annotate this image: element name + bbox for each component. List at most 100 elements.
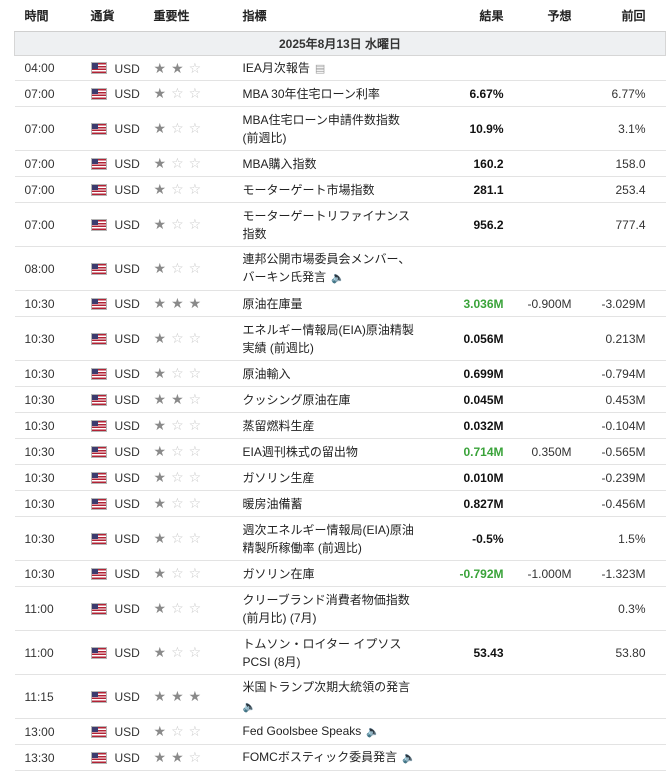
event-cell[interactable]: モーターゲート市場指数 <box>242 176 421 203</box>
currency-code: USD <box>114 645 140 660</box>
event-cell[interactable]: 週次エネルギー情報局(EIA)原油精製所稼働率 (前週比) <box>242 516 421 561</box>
table-row[interactable]: 11:15 USD ★ ★ ★ 米国トランプ次期大統領の発言 🔈 <box>14 674 666 719</box>
event-cell[interactable]: モーターゲートリファイナンス指数 <box>242 202 421 247</box>
event-name[interactable]: クッシング原油在庫 <box>243 393 351 407</box>
event-cell[interactable]: 蒸留燃料生産 <box>242 412 421 439</box>
event-cell[interactable]: 米国トランプ次期大統領の発言 🔈 <box>242 674 421 719</box>
event-name[interactable]: EIA週刊株式の留出物 <box>243 445 358 459</box>
table-row[interactable]: 11:00 USD ★ ☆ ☆ クリーブランド消費者物価指数 (前月比) (7月) 0.3% <box>14 586 666 631</box>
table-row[interactable]: 07:00 USD ★ ☆ ☆ MBA住宅ローン申請件数指数 (前週比) 10.9% 3.1% <box>14 106 666 151</box>
forecast-value <box>508 464 584 491</box>
event-name[interactable]: ガソリン在庫 <box>243 567 315 581</box>
table-row[interactable]: 07:00 USD ★ ☆ ☆ モーターゲート市場指数 281.1 253.4 <box>14 176 666 203</box>
table-row[interactable]: 10:30 USD ★ ☆ ☆ 蒸留燃料生産 0.032M -0.104M <box>14 412 666 439</box>
event-time: 11:15 <box>14 674 91 719</box>
event-name[interactable]: 連邦公開市場委員会メンバー、バーキン氏発言 <box>243 252 411 284</box>
event-name[interactable]: 週次エネルギー情報局(EIA)原油精製所稼働率 (前週比) <box>243 523 414 555</box>
table-row[interactable]: 10:30 USD ★ ☆ ☆ 週次エネルギー情報局(EIA)原油精製所稼働率 (前週比)… <box>14 516 666 561</box>
table-row[interactable]: 10:30 USD ★ ☆ ☆ ガソリン在庫 -0.792M -1.000M -1.323M <box>14 560 666 587</box>
currency-code: USD <box>114 750 140 765</box>
table-row[interactable]: 07:00 USD ★ ☆ ☆ MBA購入指数 160.2 158.0 <box>14 150 666 177</box>
table-row[interactable]: 08:00 USD ★ ☆ ☆ 連邦公開市場委員会メンバー、バーキン氏発言 🔈 <box>14 246 666 291</box>
currency-code: USD <box>114 496 140 511</box>
speaker-icon[interactable]: 🔈 <box>328 272 345 284</box>
importance-stars: ★ ★ ☆ <box>153 55 243 81</box>
previous-value <box>583 674 666 719</box>
currency-code: USD <box>114 61 140 76</box>
report-icon[interactable]: ▤ <box>312 63 325 75</box>
col-currency-header[interactable]: 通貨 <box>90 0 154 32</box>
actual-value <box>420 586 509 631</box>
event-cell[interactable]: ガソリン生産 <box>242 464 421 491</box>
event-name[interactable]: クリーブランド消費者物価指数 (前月比) (7月) <box>243 593 410 625</box>
event-name[interactable]: IEA月次報告 <box>243 61 310 75</box>
col-time-header[interactable]: 時間 <box>14 0 91 32</box>
event-cell[interactable]: 原油在庫量 <box>242 290 421 317</box>
event-cell[interactable]: IEA月次報告 ▤ <box>242 55 421 81</box>
event-cell[interactable]: クッシング原油在庫 <box>242 386 421 413</box>
event-cell[interactable]: エネルギー情報局(EIA)原油精製実績 (前週比) <box>242 316 421 361</box>
table-row[interactable]: 10:30 USD ★ ☆ ☆ エネルギー情報局(EIA)原油精製実績 (前週比) 0.05… <box>14 316 666 361</box>
event-name[interactable]: モーターゲートリファイナンス指数 <box>243 209 411 241</box>
us-flag-icon <box>90 87 107 100</box>
table-row[interactable]: 10:30 USD ★ ☆ ☆ EIA週刊株式の留出物 0.714M 0.350M -0.565… <box>14 438 666 465</box>
event-name[interactable]: トムソン・ロイター イプソス PCSI (8月) <box>243 637 402 669</box>
star-empty-icon: ☆ <box>188 181 202 197</box>
event-name[interactable]: MBA 30年住宅ローン利率 <box>243 87 380 101</box>
table-row[interactable]: 10:30 USD ★ ☆ ☆ 暖房油備蓄 0.827M -0.456M <box>14 490 666 517</box>
star-empty-icon: ☆ <box>188 644 202 660</box>
previous-value: 6.77% <box>583 80 666 107</box>
event-cell[interactable]: MBA購入指数 <box>242 150 421 177</box>
importance-stars: ★ ☆ ☆ <box>153 438 243 465</box>
event-cell[interactable]: 原油輸入 <box>242 360 421 387</box>
event-name[interactable]: エネルギー情報局(EIA)原油精製実績 (前週比) <box>243 323 414 355</box>
event-cell[interactable]: クリーブランド消費者物価指数 (前月比) (7月) <box>242 586 421 631</box>
table-row[interactable]: 10:30 USD ★ ☆ ☆ ガソリン生産 0.010M -0.239M <box>14 464 666 491</box>
event-time: 10:30 <box>14 490 91 517</box>
table-row[interactable]: 10:30 USD ★ ☆ ☆ 原油輸入 0.699M -0.794M <box>14 360 666 387</box>
event-currency: USD <box>90 744 154 771</box>
forecast-value <box>508 516 584 561</box>
event-cell[interactable]: MBA住宅ローン申請件数指数 (前週比) <box>242 106 421 151</box>
table-row[interactable]: 11:00 USD ★ ☆ ☆ トムソン・ロイター イプソス PCSI (8月) 53.43… <box>14 630 666 675</box>
event-cell[interactable]: MBA 30年住宅ローン利率 <box>242 80 421 107</box>
event-cell[interactable]: トムソン・ロイター イプソス PCSI (8月) <box>242 630 421 675</box>
star-filled-icon: ★ <box>153 600 167 616</box>
event-name[interactable]: MBA購入指数 <box>243 157 317 171</box>
speaker-icon[interactable]: 🔈 <box>243 701 257 713</box>
col-importance-header[interactable]: 重要性 <box>153 0 243 32</box>
event-cell[interactable]: EIA週刊株式の留出物 <box>242 438 421 465</box>
event-name[interactable]: 原油輸入 <box>243 367 291 381</box>
actual-value <box>420 246 509 291</box>
event-name[interactable]: モーターゲート市場指数 <box>243 183 375 197</box>
table-row[interactable]: 07:00 USD ★ ☆ ☆ モーターゲートリファイナンス指数 956.2 777.4 <box>14 202 666 247</box>
speaker-icon[interactable]: 🔈 <box>363 726 380 738</box>
speaker-icon[interactable]: 🔈 <box>399 752 416 764</box>
event-name[interactable]: MBA住宅ローン申請件数指数 (前週比) <box>243 113 400 145</box>
star-filled-icon: ★ <box>188 688 202 704</box>
table-row[interactable]: 10:30 USD ★ ★ ★ 原油在庫量 3.036M -0.900M -3.029M <box>14 290 666 317</box>
event-cell[interactable]: FOMCボスティック委員発言 🔈 <box>242 744 421 771</box>
event-name[interactable]: 原油在庫量 <box>243 297 303 311</box>
event-cell[interactable]: 暖房油備蓄 <box>242 490 421 517</box>
event-name[interactable]: 米国トランプ次期大統領の発言 <box>243 680 411 694</box>
col-event-header[interactable]: 指標 <box>242 0 421 32</box>
event-name[interactable]: Fed Goolsbee Speaks <box>243 724 362 738</box>
currency-code: USD <box>114 418 140 433</box>
event-name[interactable]: ガソリン生産 <box>243 471 315 485</box>
table-row[interactable]: 07:00 USD ★ ☆ ☆ MBA 30年住宅ローン利率 6.67% 6.77% <box>14 80 666 107</box>
table-row[interactable]: 10:30 USD ★ ★ ☆ クッシング原油在庫 0.045M 0.453M <box>14 386 666 413</box>
event-name[interactable]: 暖房油備蓄 <box>243 497 303 511</box>
actual-value: 160.2 <box>420 150 509 177</box>
event-cell[interactable]: 連邦公開市場委員会メンバー、バーキン氏発言 🔈 <box>242 246 421 291</box>
table-row[interactable]: 13:30 USD ★ ★ ☆ FOMCボスティック委員発言 🔈 <box>14 744 666 771</box>
table-row[interactable]: 04:00 USD ★ ★ ☆ IEA月次報告 ▤ <box>14 55 666 81</box>
forecast-value <box>508 630 584 675</box>
event-name[interactable]: 蒸留燃料生産 <box>243 419 315 433</box>
event-cell[interactable]: Fed Goolsbee Speaks 🔈 <box>242 718 421 745</box>
table-row[interactable]: 13:00 USD ★ ☆ ☆ Fed Goolsbee Speaks 🔈 <box>14 718 666 745</box>
col-actual-header: 結果 <box>420 0 509 32</box>
star-empty-icon: ☆ <box>188 495 202 511</box>
event-name[interactable]: FOMCボスティック委員発言 <box>243 750 398 764</box>
event-cell[interactable]: ガソリン在庫 <box>242 560 421 587</box>
